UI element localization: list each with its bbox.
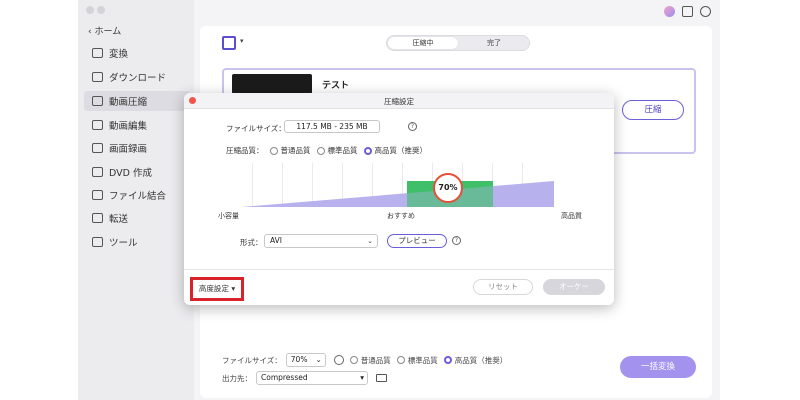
format-value: AVI bbox=[270, 236, 282, 245]
filesize-range: 117.5 MB - 235 MB bbox=[284, 120, 380, 133]
filesize-label: ファイルサイズ： bbox=[226, 124, 286, 133]
quality-option-label: 高品質（推奨） bbox=[454, 355, 508, 365]
chevron-down-icon: ⌄ bbox=[367, 237, 373, 245]
video-thumbnail bbox=[232, 74, 312, 94]
dialog-title: 圧縮設定 bbox=[384, 97, 414, 106]
scale-label-high: 高品質 bbox=[561, 212, 582, 220]
output-value: Compressed bbox=[261, 373, 308, 382]
sidebar-item-compress[interactable]: 動画圧縮 bbox=[84, 91, 190, 111]
window-minimize-button[interactable] bbox=[97, 6, 105, 14]
sidebar-item-merge[interactable]: ファイル結合 bbox=[84, 185, 190, 205]
sidebar-item-label: 動画編集 bbox=[109, 121, 148, 132]
home-link[interactable]: ‹ ホーム bbox=[88, 24, 121, 37]
quality-radio-normal[interactable] bbox=[269, 146, 278, 155]
download-icon bbox=[92, 72, 103, 82]
add-file-icon[interactable] bbox=[222, 36, 236, 50]
chevron-down-icon: ▾ bbox=[360, 373, 364, 382]
sidebar-item-label: ダウンロード bbox=[109, 73, 167, 84]
dvd-icon bbox=[92, 167, 103, 177]
quality-option-label: 普通品質 bbox=[360, 355, 391, 365]
sidebar-item-screen-record[interactable]: 画面録画 bbox=[84, 138, 190, 158]
compress-button[interactable]: 圧縮 bbox=[622, 100, 684, 120]
sidebar-item-label: DVD 作成 bbox=[109, 168, 152, 179]
filesize-select[interactable]: 70% ⌄ bbox=[285, 353, 326, 367]
quality-radio-normal[interactable] bbox=[349, 356, 358, 364]
dialog-divider bbox=[184, 269, 614, 270]
slider-handle[interactable]: 70% bbox=[433, 173, 463, 203]
ok-button[interactable]: オーケー bbox=[543, 279, 605, 295]
quality-option-label: 標準品質 bbox=[407, 355, 438, 365]
screen-record-icon bbox=[92, 143, 103, 153]
transfer-icon bbox=[92, 213, 103, 223]
support-headset-icon[interactable] bbox=[700, 6, 711, 17]
tab-compressing[interactable]: 圧縮中 bbox=[388, 37, 458, 49]
help-icon[interactable]: ? bbox=[452, 236, 461, 245]
sidebar-item-label: 転送 bbox=[109, 214, 129, 225]
sidebar-item-download[interactable]: ダウンロード bbox=[84, 67, 190, 87]
dialog-titlebar: 圧縮設定 bbox=[184, 93, 614, 109]
convert-icon bbox=[92, 48, 103, 58]
format-label: 形式： bbox=[240, 238, 263, 247]
sidebar-item-transfer[interactable]: 転送 bbox=[84, 208, 190, 228]
quality-row: 圧縮品質： 普通品質 標準品質 高品質（推奨） bbox=[226, 145, 427, 156]
chevron-down-icon: ⌄ bbox=[315, 355, 322, 364]
sidebar-item-label: 画面録画 bbox=[109, 144, 148, 155]
settings-gear-icon[interactable] bbox=[333, 355, 344, 365]
sidebar-item-label: ファイル結合 bbox=[109, 191, 167, 202]
sidebar-item-tools[interactable]: ツール bbox=[84, 232, 190, 252]
quality-radio-high[interactable] bbox=[443, 356, 452, 364]
sidebar-item-label: 変換 bbox=[109, 49, 129, 60]
slider-track bbox=[242, 181, 554, 207]
sidebar-item-convert[interactable]: 変換 bbox=[84, 43, 190, 63]
merge-icon bbox=[92, 190, 103, 200]
message-icon[interactable] bbox=[682, 6, 693, 17]
toolbox-icon bbox=[92, 237, 103, 247]
sidebar-item-label: ツール bbox=[109, 238, 138, 249]
output-folder-select[interactable]: Compressed ▾ bbox=[256, 371, 368, 385]
preview-button[interactable]: プレビュー bbox=[387, 234, 447, 248]
window-close-button[interactable] bbox=[86, 6, 94, 14]
quality-radio-high[interactable] bbox=[363, 146, 372, 155]
compression-settings-dialog: 圧縮設定 ファイルサイズ： 117.5 MB - 235 MB ? 圧縮品質： … bbox=[184, 93, 614, 305]
tab-completed[interactable]: 完了 bbox=[459, 37, 529, 49]
file-name: テスト bbox=[322, 81, 350, 91]
sidebar: ‹ ホーム 変換 ダウンロード 動画圧縮 動画編集 画面録画 DVD 作成 ファ… bbox=[78, 0, 194, 400]
help-icon[interactable]: ? bbox=[408, 122, 417, 131]
sidebar-item-dvd[interactable]: DVD 作成 bbox=[84, 162, 190, 182]
compress-icon bbox=[92, 96, 103, 106]
sidebar-item-label: 動画圧縮 bbox=[109, 97, 148, 108]
filesize-label: ファイルサイズ： bbox=[222, 355, 282, 365]
chevron-down-icon[interactable]: ▾ bbox=[240, 37, 244, 45]
filesize-value: 70% bbox=[290, 355, 308, 364]
quality-option-label: 普通品質 bbox=[280, 146, 311, 155]
format-select[interactable]: AVI ⌄ bbox=[264, 234, 378, 248]
output-label: 出力先： bbox=[222, 373, 252, 383]
scissors-icon bbox=[92, 120, 103, 130]
bottom-output-row: 出力先： Compressed ▾ bbox=[222, 371, 387, 385]
quality-label: 圧縮品質： bbox=[226, 146, 264, 155]
folder-icon[interactable] bbox=[376, 374, 387, 382]
advanced-settings-label: 高度設定 bbox=[198, 284, 229, 293]
avatar-icon[interactable] bbox=[664, 6, 675, 17]
compression-slider[interactable] bbox=[242, 163, 554, 207]
chevron-down-icon: ▾ bbox=[231, 284, 236, 293]
quality-radio-standard[interactable] bbox=[396, 356, 405, 364]
scale-label-low: 小容量 bbox=[218, 212, 239, 220]
scale-label-recommended: おすすめ bbox=[387, 212, 415, 220]
bottom-filesize-row: ファイルサイズ： 70% ⌄ 普通品質 標準品質 高品質（推奨） bbox=[222, 353, 507, 367]
status-tabs: 圧縮中 完了 bbox=[386, 35, 530, 51]
sidebar-item-edit[interactable]: 動画編集 bbox=[84, 115, 190, 135]
quality-radio-standard[interactable] bbox=[316, 146, 325, 155]
quality-option-label: 標準品質 bbox=[327, 146, 358, 155]
advanced-settings-button[interactable]: 高度設定 ▾ bbox=[190, 277, 244, 301]
quality-option-label: 高品質（推奨） bbox=[374, 146, 428, 155]
convert-all-button[interactable]: 一括変換 bbox=[620, 356, 696, 378]
reset-button[interactable]: リセット bbox=[473, 279, 533, 295]
slider-overlay bbox=[242, 181, 554, 207]
